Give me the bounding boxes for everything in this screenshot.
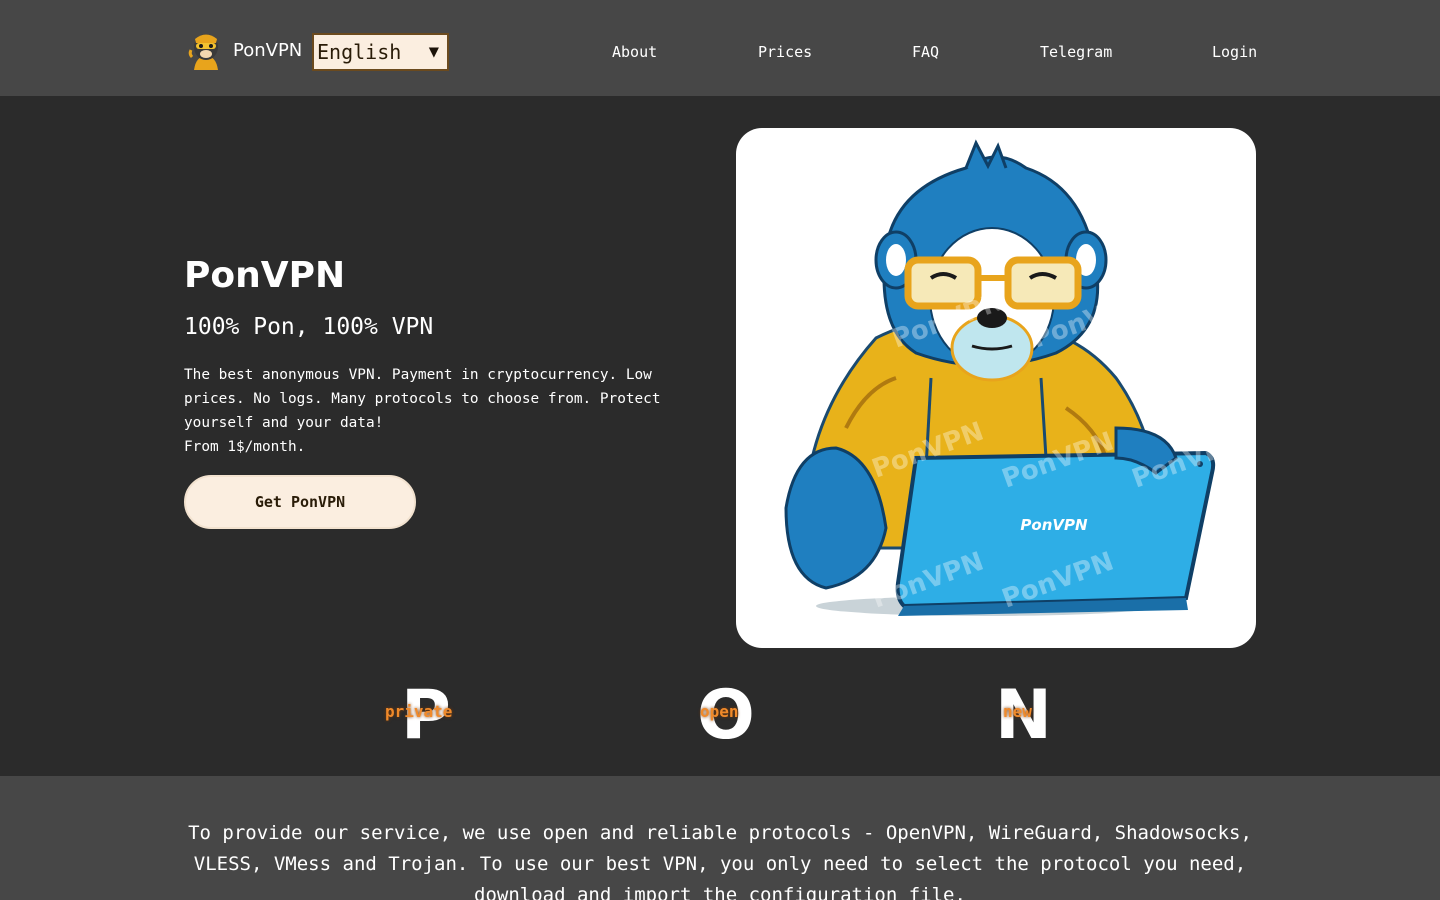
get-ponvpn-button[interactable]: Get PonVPN: [184, 475, 416, 529]
protocols-text: To provide our service, we use open and …: [188, 822, 1252, 900]
chevron-down-icon: ▼: [428, 42, 439, 62]
pon-word-open: open: [700, 702, 739, 721]
protocols-section: To provide our service, we use open and …: [0, 776, 1440, 900]
laptop-label: PonVPN: [1020, 516, 1088, 534]
hero-illustration: PonVPN PonVPN PonVPN PonVPN PonVPN PonVP…: [736, 128, 1256, 648]
pon-word-private: private: [385, 702, 453, 721]
language-selected-value: English: [317, 40, 402, 64]
hero-price-text: From 1$/month.: [184, 439, 306, 455]
hero-subtitle: 100% Pon, 100% VPN: [184, 314, 434, 340]
nav-prices[interactable]: Prices: [758, 42, 812, 62]
brand-name[interactable]: PonVPN: [233, 39, 302, 63]
nav-about[interactable]: About: [612, 42, 657, 62]
monkey-logo-icon[interactable]: [186, 30, 226, 74]
pon-word-new: new: [1003, 702, 1032, 721]
nav-login[interactable]: Login: [1212, 42, 1257, 62]
hero-title: PonVPN: [184, 255, 346, 296]
monkey-laptop-illustration: PonVPN PonVPN PonVPN PonVPN PonVPN PonVP…: [784, 139, 1248, 616]
hero-description: The best anonymous VPN. Payment in crypt…: [184, 363, 684, 459]
nav-faq[interactable]: FAQ: [912, 42, 939, 62]
site-header: PonVPN English ▼ About Prices FAQ Telegr…: [0, 0, 1440, 96]
hero-description-text: The best anonymous VPN. Payment in crypt…: [184, 367, 661, 431]
language-select[interactable]: English ▼: [312, 33, 449, 71]
nav-telegram[interactable]: Telegram: [1040, 42, 1112, 62]
